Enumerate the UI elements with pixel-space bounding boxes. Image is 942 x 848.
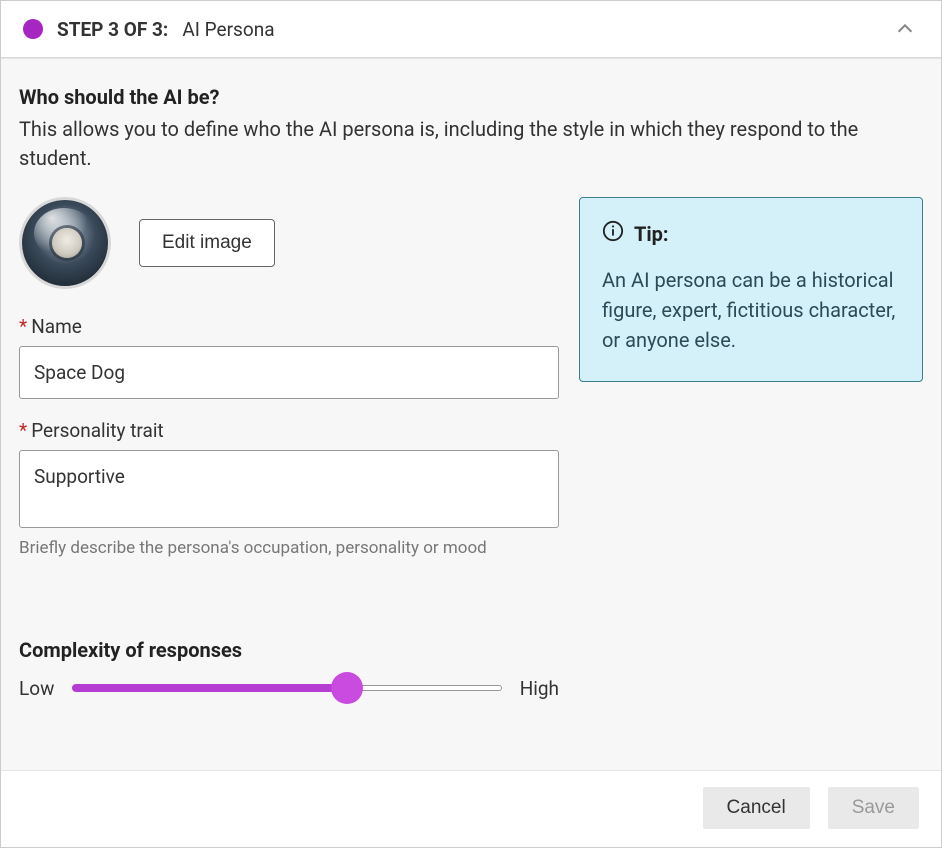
panel-body: Who should the AI be? This allows you to… — [1, 58, 941, 770]
name-input[interactable] — [19, 346, 559, 399]
tip-heading: Tip: — [602, 220, 900, 247]
section-description: This allows you to define who the AI per… — [19, 115, 909, 173]
step-status-dot — [23, 19, 43, 39]
tip-box: Tip: An AI persona can be a historical f… — [579, 197, 923, 382]
slider-low-label: Low — [19, 677, 54, 700]
save-button[interactable]: Save — [828, 787, 919, 829]
step-header: STEP 3 OF 3: AI Persona — [1, 1, 941, 58]
avatar-row: Edit image — [19, 197, 559, 289]
slider-fill — [72, 684, 347, 692]
persona-avatar — [19, 197, 111, 289]
section-title: Who should the AI be? — [19, 85, 923, 109]
step-label: STEP 3 OF 3: AI Persona — [57, 18, 275, 41]
personality-input[interactable]: Supportive — [19, 450, 559, 528]
name-label: *Name — [19, 315, 559, 338]
cancel-button[interactable]: Cancel — [703, 787, 810, 829]
name-field: *Name — [19, 315, 559, 399]
tip-title: Tip: — [634, 222, 669, 246]
slider-high-label: High — [520, 677, 559, 700]
personality-field: *Personality trait Supportive Briefly de… — [19, 419, 559, 558]
footer: Cancel Save — [1, 770, 941, 847]
complexity-slider[interactable] — [72, 672, 501, 704]
info-icon — [602, 220, 624, 247]
complexity-section: Complexity of responses Low High — [19, 638, 923, 704]
personality-helper: Briefly describe the persona's occupatio… — [19, 538, 559, 558]
step-title: AI Persona — [182, 18, 274, 41]
chevron-up-icon[interactable] — [891, 15, 919, 43]
required-marker: * — [19, 419, 27, 442]
complexity-label: Complexity of responses — [19, 638, 923, 662]
required-marker: * — [19, 315, 27, 338]
slider-thumb[interactable] — [331, 672, 363, 704]
step-number: STEP 3 OF 3: — [57, 18, 168, 41]
edit-image-button[interactable]: Edit image — [139, 219, 275, 267]
tip-body: An AI persona can be a historical figure… — [602, 265, 900, 355]
personality-label: *Personality trait — [19, 419, 559, 442]
